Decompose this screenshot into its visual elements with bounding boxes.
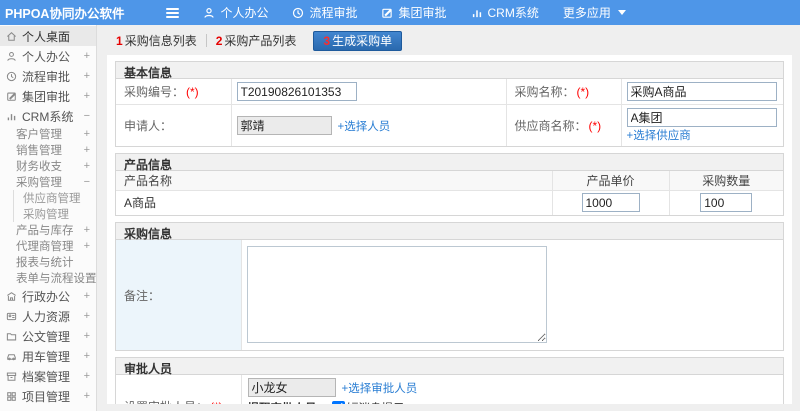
sidebar-item-customer-mgmt[interactable]: 客户管理 +: [0, 126, 96, 142]
car-icon: [6, 351, 17, 362]
edit-square-icon: [381, 7, 393, 19]
menu-icon[interactable]: [166, 7, 180, 18]
sidebar-item-purchase-mgmt[interactable]: 采购管理: [13, 206, 96, 222]
select-person-link[interactable]: +选择人员: [338, 121, 391, 133]
section-title: 采购信息: [116, 223, 783, 241]
sidebar: 个人桌面 个人办公 + 流程审批 + 集团审批 + CRM系统 − 客户管理 +…: [0, 25, 97, 411]
top-nav: 个人办公 流程审批 集团审批 CRM系统 更多应用: [203, 4, 626, 21]
sidebar-item-personal-desktop[interactable]: 个人桌面: [0, 26, 96, 46]
section-product-info: 产品信息 产品名称 产品单价 采购数量 A商品: [115, 153, 784, 216]
top-nav-workflow-approval[interactable]: 流程审批: [292, 4, 357, 21]
applicant-label: 申请人：: [115, 104, 232, 147]
main-content: 1 采购信息列表 2 采购产品列表 3 生成采购单 基本信息 采购编号：(*): [97, 25, 800, 411]
sidebar-item-form-flow-settings[interactable]: 表单与流程设置 +: [0, 270, 96, 286]
flow-icon: [292, 7, 304, 19]
top-nav-personal-office[interactable]: 个人办公: [203, 4, 268, 21]
sidebar-item-reports-stats[interactable]: 报表与统计: [0, 254, 96, 270]
col-product-name: 产品名称: [115, 170, 553, 191]
sidebar-item-personal-office[interactable]: 个人办公 +: [0, 46, 96, 66]
set-approver-label: 设置审批人员：(*): [115, 374, 242, 404]
purchase-no-label: 采购编号： (*): [115, 78, 232, 105]
sidebar-item-sales-mgmt[interactable]: 销售管理 +: [0, 142, 96, 158]
archive-icon: [6, 371, 17, 382]
purchase-name-label: 采购名称： (*): [505, 78, 622, 105]
app-title: PHPOA协同办公软件: [5, 7, 125, 21]
sidebar-item-product-inventory[interactable]: 产品与库存 +: [0, 222, 96, 238]
product-price-input[interactable]: [581, 193, 640, 213]
section-title: 审批人员: [116, 358, 783, 376]
sidebar-item-workflow-approval[interactable]: 流程审批 +: [0, 66, 96, 86]
section-purchase-info: 采购信息 备注：: [115, 222, 784, 351]
sidebar-item-vehicle-mgmt[interactable]: 用车管理 +: [0, 346, 96, 366]
sms-notify-label: 短消息提示: [347, 403, 405, 404]
sidebar-item-archive-mgmt[interactable]: 档案管理 +: [0, 366, 96, 386]
select-supplier-link[interactable]: +选择供应商: [627, 130, 691, 142]
purchase-no-input[interactable]: [236, 82, 357, 101]
note-label: 备注：: [115, 239, 242, 351]
sidebar-item-finance[interactable]: 财务收支 +: [0, 158, 96, 174]
grid-icon: [6, 391, 17, 402]
folder-icon: [6, 331, 17, 342]
bar-chart-icon: [6, 111, 17, 122]
user-icon: [6, 51, 17, 62]
section-title: 产品信息: [116, 154, 783, 172]
col-product-price: 产品单价: [551, 170, 670, 191]
form-panel: 基本信息 采购编号：(*) 采购名称：(*) 申请人：: [107, 55, 792, 404]
purchase-name-input[interactable]: [626, 82, 777, 101]
purchase-qty-input[interactable]: [700, 193, 753, 213]
table-row: A商品: [115, 189, 784, 216]
building-icon: [6, 291, 17, 302]
required-mark: (*): [576, 85, 590, 99]
required-mark: (*): [588, 119, 602, 133]
remind-approver-label: 提醒审批人员：: [248, 403, 329, 404]
tab-purchase-product-list[interactable]: 2 采购产品列表: [207, 34, 306, 49]
sidebar-item-group-approval[interactable]: 集团审批 +: [0, 86, 96, 106]
home-icon: [6, 31, 17, 42]
tab-purchase-info-list[interactable]: 1 采购信息列表: [107, 34, 207, 48]
required-mark: (*): [210, 400, 223, 404]
sidebar-item-supplier-mgmt[interactable]: 供应商管理: [13, 190, 96, 206]
edit-square-icon: [6, 91, 17, 102]
col-purchase-qty: 采购数量: [668, 170, 784, 191]
sidebar-item-agent-mgmt[interactable]: 代理商管理 +: [0, 238, 96, 254]
product-name-cell: A商品: [115, 189, 553, 216]
section-basic-info: 基本信息 采购编号：(*) 采购名称：(*) 申请人：: [115, 61, 784, 147]
sidebar-item-document-mgmt[interactable]: 公文管理 +: [0, 326, 96, 346]
top-nav-group-approval[interactable]: 集团审批: [381, 4, 447, 21]
supplier-name-label: 供应商名称： (*): [505, 104, 622, 147]
tab-generate-purchase-order[interactable]: 3 生成采购单: [313, 30, 403, 51]
user-icon: [203, 7, 215, 19]
caret-down-icon: [617, 10, 626, 15]
sidebar-item-hr[interactable]: 人力资源 +: [0, 306, 96, 326]
sidebar-item-crm[interactable]: CRM系统 −: [0, 106, 96, 126]
top-nav-more-apps[interactable]: 更多应用: [563, 4, 626, 21]
flow-icon: [6, 71, 17, 82]
sidebar-item-admin-office[interactable]: 行政办公 +: [0, 286, 96, 306]
tab-bar: 1 采购信息列表 2 采购产品列表 3 生成采购单: [107, 30, 800, 51]
section-title: 基本信息: [116, 62, 783, 80]
sidebar-item-project-mgmt[interactable]: 项目管理 +: [0, 386, 96, 406]
section-approver: 审批人员 设置审批人员：(*) +选择审批人员 提醒审批人员：短消息提示 注：流…: [115, 357, 784, 404]
id-card-icon: [6, 311, 17, 322]
sidebar-item-procurement-mgmt[interactable]: 采购管理 −: [0, 174, 96, 190]
sms-notify-checkbox[interactable]: [332, 401, 345, 404]
note-textarea[interactable]: [246, 246, 547, 343]
top-nav-crm[interactable]: CRM系统: [471, 4, 539, 21]
approver-input[interactable]: [247, 378, 336, 397]
topbar: PHPOA协同办公软件 个人办公 流程审批 集团审批 CRM系统 更多应用: [0, 0, 800, 25]
supplier-name-input[interactable]: [626, 108, 777, 127]
bar-chart-icon: [471, 7, 483, 19]
select-approver-link[interactable]: +选择审批人员: [342, 383, 418, 395]
required-mark: (*): [186, 85, 199, 99]
applicant-input[interactable]: [236, 116, 332, 135]
